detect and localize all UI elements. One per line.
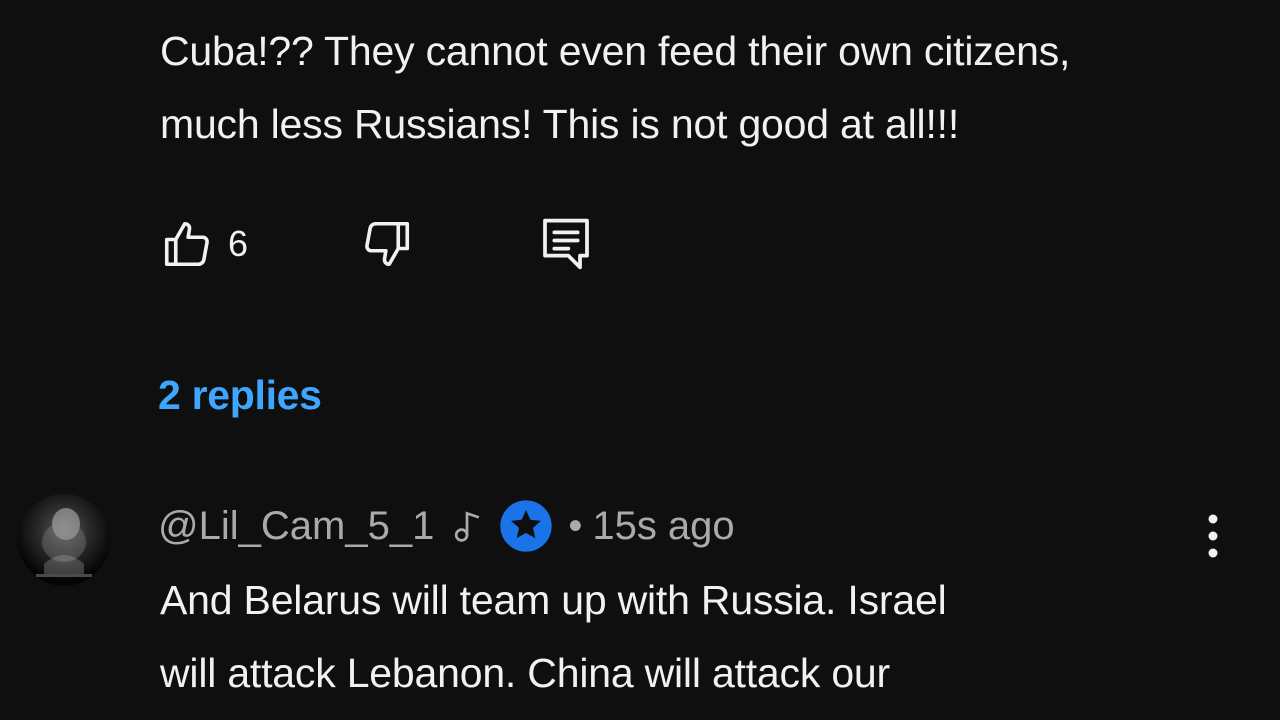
meta-separator: • (568, 503, 583, 548)
comment-text: And Belarus will team up with Russia. Is… (160, 577, 947, 696)
reply-button[interactable] (540, 216, 592, 272)
more-vertical-icon (1206, 512, 1220, 565)
comment-meta: @Lil_Cam_5_1 • 15s ago (158, 498, 735, 554)
dislike-button[interactable] (360, 217, 540, 271)
more-actions-button[interactable] (1196, 510, 1230, 566)
reply-comment-icon (540, 216, 592, 272)
thumbs-down-icon (360, 217, 414, 271)
view-replies-link[interactable]: 2 replies (158, 372, 322, 419)
comments-page: almost! Yes, now 200,000 Russian "visito… (0, 0, 1280, 720)
comment-author[interactable]: @Lil_Cam_5_1 (158, 504, 434, 549)
avatar[interactable] (18, 494, 110, 586)
comment-text: almost! Yes, now 200,000 Russian "visito… (160, 0, 1071, 147)
verified-star-icon (498, 498, 554, 554)
like-count: 6 (228, 223, 249, 264)
comment-actions: 6 (160, 214, 592, 274)
music-note-icon (452, 508, 482, 544)
like-button[interactable]: 6 (160, 217, 360, 271)
thumbs-up-icon (160, 217, 214, 271)
comment-timestamp: 15s ago (592, 503, 735, 548)
